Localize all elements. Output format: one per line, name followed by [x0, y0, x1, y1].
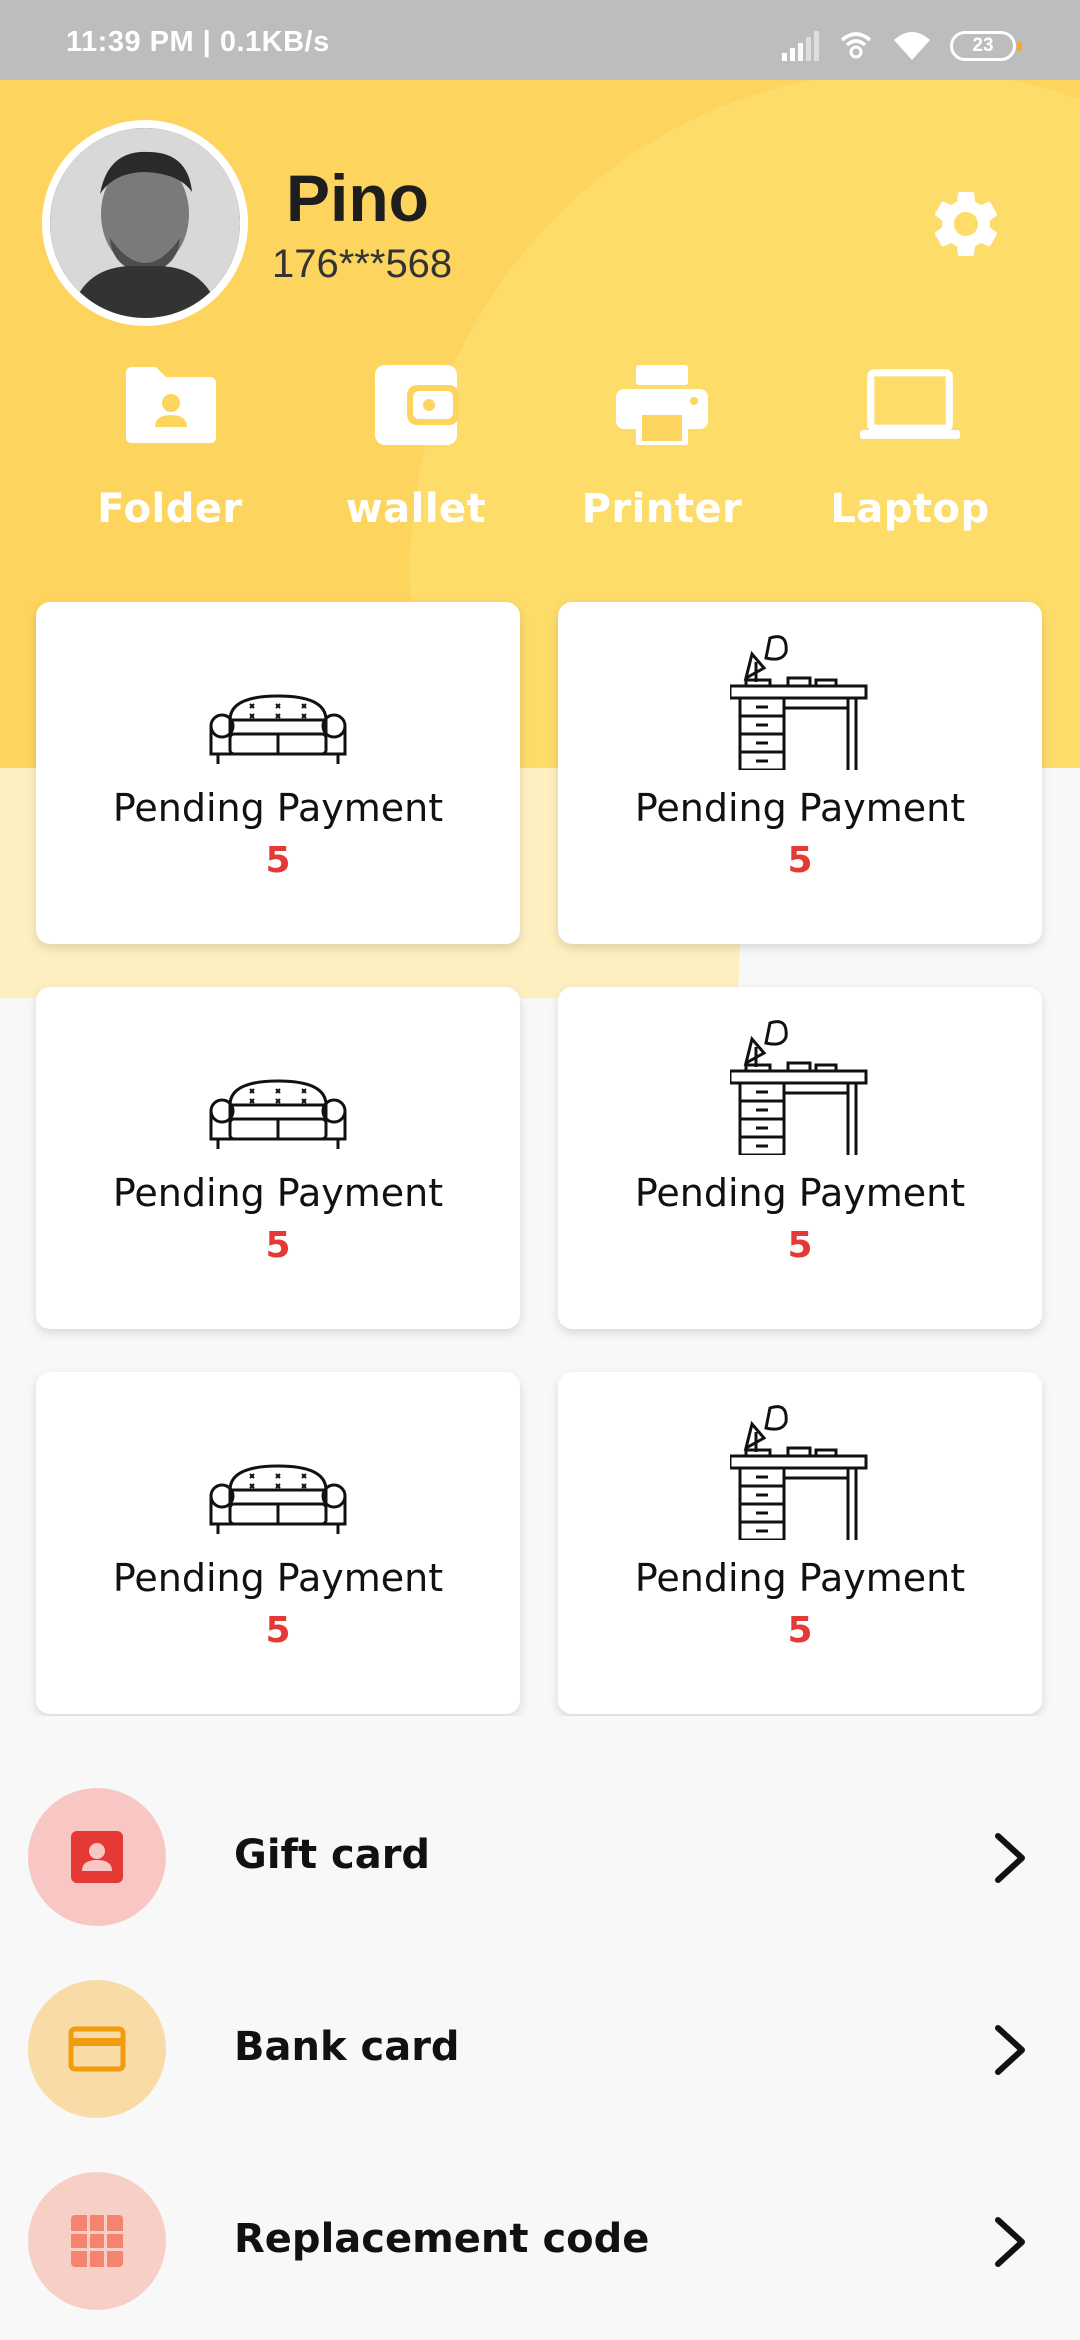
- contact-card-icon: [28, 1788, 166, 1926]
- card-count: 5: [265, 840, 291, 881]
- menu-item-label: Bank card: [234, 2024, 460, 2070]
- card-label: Pending Payment: [112, 1556, 444, 1600]
- quick-action-printer[interactable]: Printer: [552, 360, 772, 540]
- laptop-icon: [860, 360, 960, 450]
- card-count: 5: [787, 1225, 813, 1266]
- chevron-right-icon: [995, 1833, 1025, 1883]
- card-count: 5: [265, 1225, 291, 1266]
- menu-item-bank-card[interactable]: Bank card: [0, 1974, 1080, 2124]
- avatar[interactable]: [42, 120, 248, 326]
- quick-action-label: Printer: [581, 486, 743, 532]
- hotspot-icon: [840, 32, 872, 59]
- pending-payment-card[interactable]: Pending Payment 5: [558, 602, 1042, 944]
- printer-icon: [612, 360, 712, 450]
- wallet-icon: [366, 360, 466, 450]
- quick-action-laptop[interactable]: Laptop: [800, 360, 1020, 540]
- card-label: Pending Payment: [634, 786, 966, 830]
- sofa-icon: [208, 630, 348, 770]
- person-icon: [50, 128, 240, 318]
- wifi-icon: [894, 32, 930, 60]
- avatar-photo: [50, 128, 240, 318]
- card-label: Pending Payment: [634, 1556, 966, 1600]
- signal-icon: [782, 31, 819, 61]
- card-label: Pending Payment: [112, 786, 444, 830]
- card-count: 5: [787, 840, 813, 881]
- card-count: 5: [265, 1610, 291, 1651]
- credit-card-icon: [28, 1980, 166, 2118]
- quick-action-wallet[interactable]: wallet: [306, 360, 526, 540]
- user-name: Pino: [286, 161, 429, 235]
- user-phone: 176***568: [272, 242, 453, 286]
- status-icons: 23: [780, 30, 1022, 62]
- card-label: Pending Payment: [634, 1171, 966, 1215]
- menu-list: Gift card Bank card Replacement code: [0, 1716, 1080, 2340]
- menu-item-replacement-code[interactable]: Replacement code: [0, 2166, 1080, 2316]
- pending-payment-card[interactable]: Pending Payment 5: [36, 602, 520, 944]
- sofa-icon: [208, 1015, 348, 1155]
- pending-payment-card[interactable]: Pending Payment 5: [558, 1372, 1042, 1714]
- status-time: 11:39 PM | 0.1KB/s: [66, 26, 330, 58]
- battery-indicator: 23: [950, 31, 1022, 61]
- quick-action-label: Folder: [97, 486, 243, 532]
- chevron-right-icon: [995, 2217, 1025, 2267]
- grid-icon: [28, 2172, 166, 2310]
- quick-action-folder[interactable]: Folder: [60, 360, 280, 540]
- card-count: 5: [787, 1610, 813, 1651]
- menu-item-gift-card[interactable]: Gift card: [0, 1782, 1080, 1932]
- quick-action-label: wallet: [345, 486, 487, 532]
- status-bar: 11:39 PM | 0.1KB/s 23: [0, 0, 1080, 80]
- desk-lamp-icon: [730, 630, 870, 770]
- chevron-right-icon: [995, 2025, 1025, 2075]
- pending-payment-card[interactable]: Pending Payment 5: [558, 987, 1042, 1329]
- quick-action-label: Laptop: [830, 486, 990, 532]
- menu-item-label: Replacement code: [234, 2216, 650, 2262]
- desk-lamp-icon: [730, 1400, 870, 1540]
- menu-item-label: Gift card: [234, 1832, 431, 1878]
- sofa-icon: [208, 1400, 348, 1540]
- desk-lamp-icon: [730, 1015, 870, 1155]
- card-label: Pending Payment: [112, 1171, 444, 1215]
- pending-payment-card[interactable]: Pending Payment 5: [36, 987, 520, 1329]
- gear-icon[interactable]: [926, 184, 1006, 264]
- folder-icon: [120, 360, 220, 450]
- pending-payment-card[interactable]: Pending Payment 5: [36, 1372, 520, 1714]
